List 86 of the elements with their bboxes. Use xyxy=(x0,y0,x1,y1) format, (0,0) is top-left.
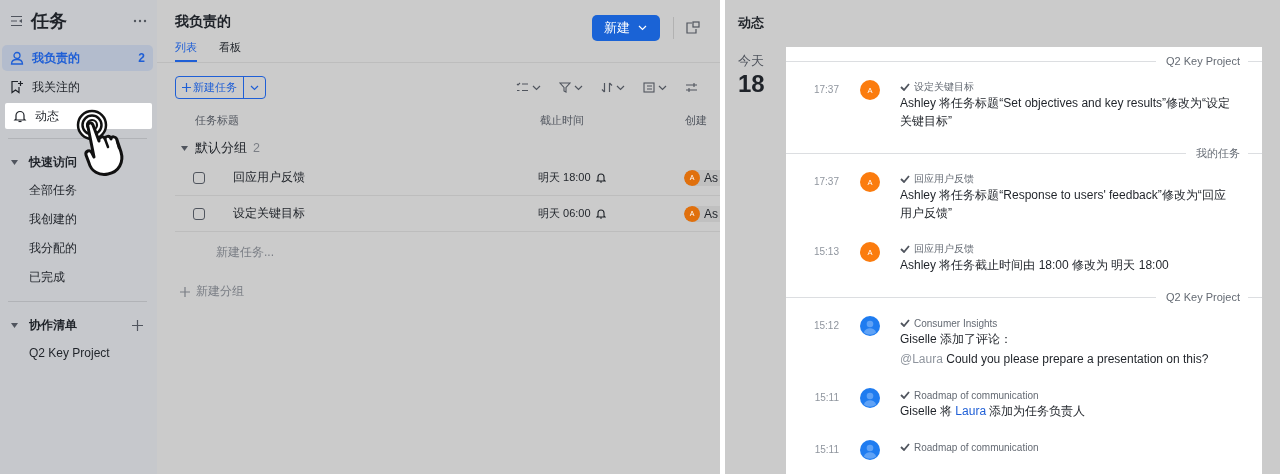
chevron-down-icon xyxy=(616,84,625,91)
plus-icon xyxy=(180,286,190,297)
view-tab[interactable]: 列表 xyxy=(175,40,197,62)
new-task-button[interactable]: 新建任务 xyxy=(176,77,243,98)
section-heading: 协作清单 xyxy=(29,316,78,334)
plus-icon xyxy=(182,83,191,92)
column-header: 截止时间 xyxy=(540,114,585,128)
comment-text: @Laura Could you please prepare a presentation on this? xyxy=(900,351,1210,368)
chevron-down-icon xyxy=(658,84,667,91)
sidebar-item[interactable]: 我关注的 xyxy=(2,74,153,100)
view-tab[interactable]: 看板 xyxy=(219,40,241,62)
mention-link[interactable]: @Laura xyxy=(900,352,943,366)
chevron-down-icon xyxy=(574,84,583,91)
avatar xyxy=(860,388,880,408)
check-icon xyxy=(900,245,910,253)
task-title[interactable]: 回应用户反馈 xyxy=(233,169,538,186)
task-checkbox[interactable] xyxy=(193,207,205,220)
layout-dropdown[interactable] xyxy=(643,82,667,93)
check-icon xyxy=(900,391,910,399)
activity-text: Ashley 将任务标题“Set objectives and key results”修改为“设定关键目标” xyxy=(900,95,1232,130)
sidebar-item[interactable]: 我分配的 xyxy=(2,234,153,263)
bookmark-icon xyxy=(10,80,24,94)
due-date: 明天 06:00 xyxy=(538,206,591,221)
check-icon xyxy=(900,175,910,183)
chevron-down-icon xyxy=(250,84,259,91)
sidebar-item[interactable]: 已完成 xyxy=(2,263,153,292)
app-title: 任务 xyxy=(31,10,68,33)
date-label: 今天 xyxy=(738,52,765,70)
collapse-sidebar-icon[interactable] xyxy=(10,15,23,27)
task-link[interactable]: 回应用户反馈 xyxy=(914,242,974,256)
check-icon xyxy=(900,443,910,451)
person-icon xyxy=(10,51,24,65)
task-title[interactable]: 设定关键目标 xyxy=(233,205,538,222)
sidebar-item[interactable]: 我创建的 xyxy=(2,205,153,234)
group-label: Q2 Key Project xyxy=(1166,291,1240,303)
group-count: 2 xyxy=(253,141,260,155)
caret-icon[interactable] xyxy=(10,157,19,167)
event-time: 17:37 xyxy=(812,83,840,97)
assignee-name: As xyxy=(704,170,718,185)
caret-icon[interactable] xyxy=(180,143,189,153)
chevron-down-icon xyxy=(532,84,541,91)
new-task-split-button[interactable]: 新建任务 xyxy=(175,76,266,99)
event-time: 15:11 xyxy=(813,391,840,405)
user-link[interactable]: Laura xyxy=(955,404,987,418)
event-time: 15:12 xyxy=(812,319,840,333)
panel-title: 动态 xyxy=(737,15,765,32)
more-icon[interactable] xyxy=(133,19,147,23)
avatar xyxy=(860,440,880,460)
group-label: 我的任务 xyxy=(1196,145,1240,161)
section-heading: 快速访问 xyxy=(29,153,78,171)
sidebar-item[interactable]: 全部任务 xyxy=(2,176,153,205)
adjust-icon[interactable] xyxy=(685,82,698,93)
avatar xyxy=(860,316,880,336)
filter-dropdown[interactable] xyxy=(559,82,583,93)
check-icon xyxy=(900,319,910,327)
task-checkbox[interactable] xyxy=(193,171,205,184)
task-link[interactable]: 回应用户反馈 xyxy=(914,172,974,186)
event-time: 17:37 xyxy=(812,175,840,189)
page-title: 我负责的 xyxy=(175,12,232,31)
event-time: 15:13 xyxy=(812,245,840,259)
caret-icon[interactable] xyxy=(10,320,19,330)
group-name: 默认分组 xyxy=(195,139,247,157)
activity-text: Giselle 添加了评论： xyxy=(900,331,1013,348)
activity-text: Ashley 将任务截止时间由 18:00 修改为 明天 18:00 xyxy=(900,257,1170,274)
task-link[interactable]: Roadmap of communication xyxy=(914,389,1039,401)
sort-dropdown[interactable] xyxy=(601,82,625,93)
new-button[interactable]: 新建 xyxy=(592,15,660,41)
check-icon xyxy=(900,83,910,91)
event-time: 15:11 xyxy=(813,443,840,457)
activity-text: Giselle 将 Laura 添加为任务负责人 xyxy=(900,403,1087,420)
task-link[interactable]: 设定关键目标 xyxy=(914,80,974,94)
sidebar-item[interactable]: Q2 Key Project xyxy=(2,339,153,368)
column-header: 任务标题 xyxy=(195,114,240,128)
column-header: 创建 xyxy=(685,114,708,128)
activity-text: Ashley 将任务标题“Response to users' feedback”修改为“回应用户反馈” xyxy=(900,187,1227,222)
plus-icon[interactable] xyxy=(132,319,143,331)
group-label: Q2 Key Project xyxy=(1166,55,1240,67)
assignee-name: As xyxy=(704,206,718,221)
date-day: 18 xyxy=(738,70,786,98)
chevron-down-icon xyxy=(638,25,647,31)
task-link[interactable]: Consumer Insights xyxy=(914,317,998,329)
task-link[interactable]: Roadmap of communication xyxy=(914,441,1039,453)
checklist-dropdown[interactable] xyxy=(516,82,541,93)
due-date: 明天 18:00 xyxy=(538,170,591,185)
bell-icon xyxy=(13,109,27,123)
window-icon[interactable] xyxy=(686,21,700,34)
